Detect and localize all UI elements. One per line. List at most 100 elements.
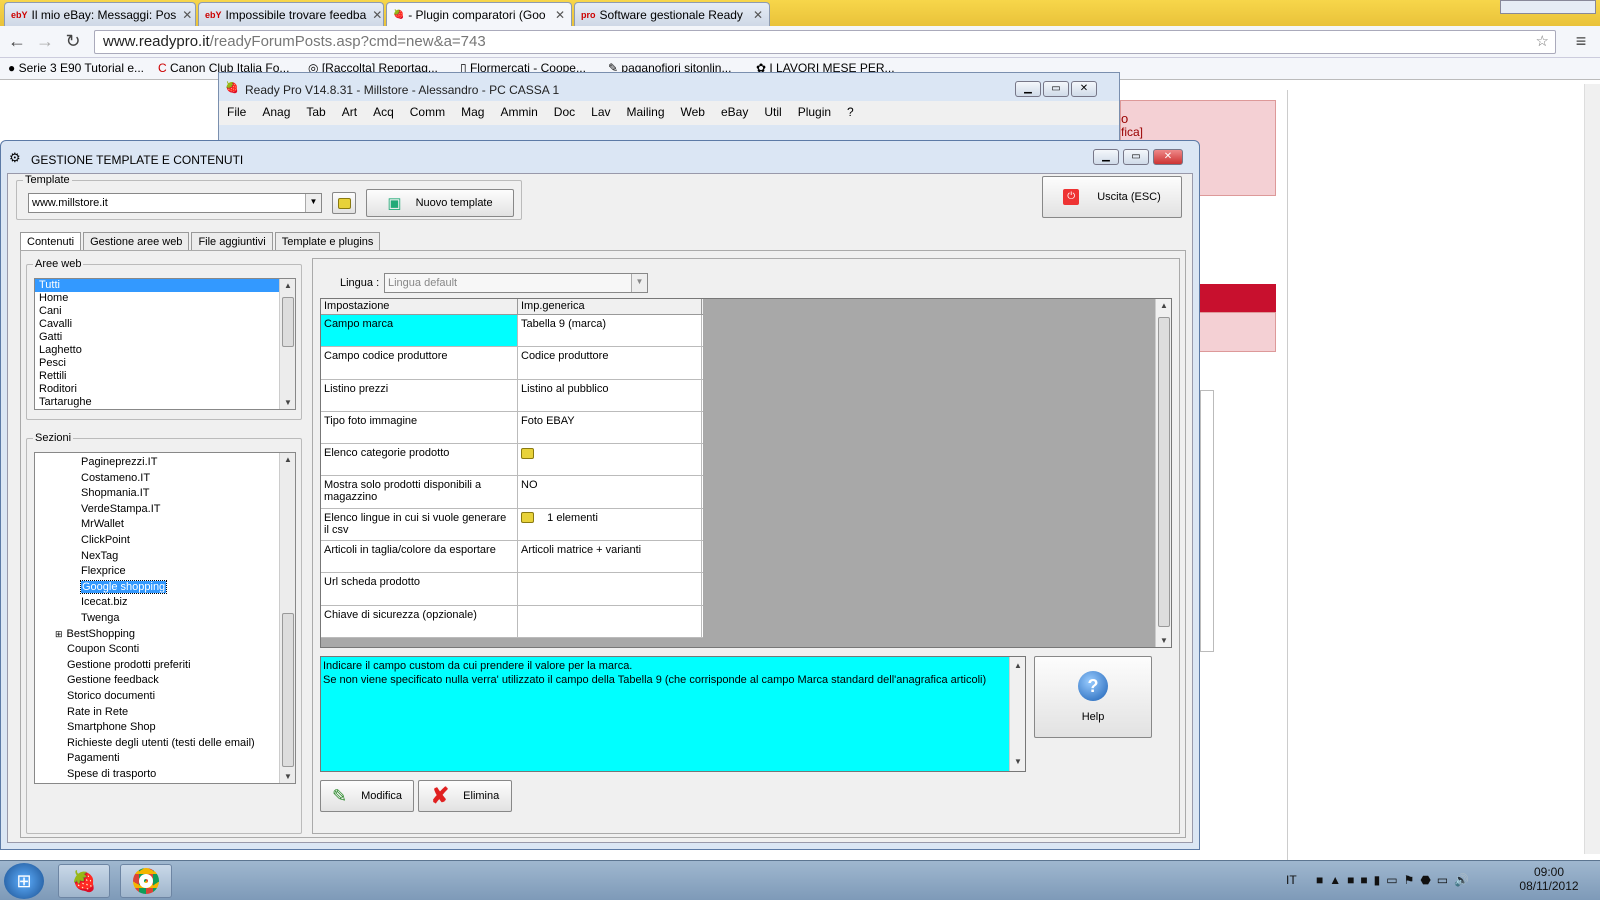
list-item[interactable]: Gatti xyxy=(35,331,295,344)
table-row[interactable]: Articoli in taglia/colore da esportare Ar… xyxy=(321,541,703,574)
list-item[interactable]: Rettili xyxy=(35,370,295,383)
window-controls[interactable] xyxy=(1500,0,1596,14)
list-item[interactable]: Cani xyxy=(35,305,295,318)
table-row[interactable]: Campo marca Tabella 9 (marca) xyxy=(321,315,703,348)
sezioni-scrollbar[interactable]: ▲ ▼ xyxy=(279,453,295,783)
description-scrollbar[interactable]: ▲ ▼ xyxy=(1009,657,1025,771)
menu-acq[interactable]: Acq xyxy=(365,101,402,125)
menu-lav[interactable]: Lav xyxy=(583,101,618,125)
tree-item[interactable]: Spese di trasporto xyxy=(35,767,295,783)
bookmark-item[interactable]: ● Serie 3 E90 Tutorial e... xyxy=(8,61,144,75)
maximize-button[interactable]: ▭ xyxy=(1043,81,1069,97)
address-bar[interactable]: www.readypro.it/readyForumPosts.asp?cmd=… xyxy=(94,30,1556,54)
close-icon[interactable]: ✕ xyxy=(549,8,565,22)
language-indicator[interactable]: IT xyxy=(1286,873,1297,887)
modifica-button[interactable]: ✎ Modifica xyxy=(320,780,414,812)
list-item[interactable]: Tutti xyxy=(35,279,295,292)
tree-item[interactable]: VerdeStampa.IT xyxy=(35,502,295,518)
tab-contenuti[interactable]: Contenuti xyxy=(20,232,82,252)
browser-tab-software-gestionale[interactable]: pro Software gestionale Ready ✕ xyxy=(574,2,770,26)
exit-button[interactable]: ⏻ Uscita (ESC) xyxy=(1042,176,1182,218)
tab-gestione-aree-web[interactable]: Gestione aree web xyxy=(83,232,190,252)
menu-util[interactable]: Util xyxy=(756,101,789,125)
tree-item[interactable]: Rate in Rete xyxy=(35,705,295,721)
close-icon[interactable]: ✕ xyxy=(176,8,192,22)
template-select[interactable]: www.millstore.it ▼ xyxy=(28,193,322,213)
browser-tab-ebay-feedback[interactable]: ebY Impossibile trovare feedba ✕ xyxy=(198,2,384,26)
table-row[interactable]: Elenco lingue in cui si vuole generare i… xyxy=(321,508,703,542)
menu-web[interactable]: Web xyxy=(673,101,713,125)
tab-template-plugins[interactable]: Template e plugins xyxy=(274,232,381,252)
minimize-button[interactable]: ▁ xyxy=(1015,81,1041,97)
menu-comm[interactable]: Comm xyxy=(402,101,453,125)
menu-ammin[interactable]: Ammin xyxy=(492,101,545,125)
aree-scrollbar[interactable]: ▲ ▼ xyxy=(279,279,295,409)
browser-tab-plugin-comparatori[interactable]: 🍓 - Plugin comparatori (Goo ✕ xyxy=(386,2,572,26)
description-box[interactable]: Indicare il campo custom da cui prendere… xyxy=(320,656,1026,772)
tree-item[interactable]: Richieste degli utenti (testi delle emai… xyxy=(35,736,295,752)
folder-icon[interactable] xyxy=(521,512,534,524)
taskbar-chrome[interactable] xyxy=(120,864,172,898)
new-template-button[interactable]: ▣ Nuovo template xyxy=(366,189,514,217)
menu-file[interactable]: File xyxy=(219,101,254,125)
tree-item[interactable]: Smartphone Shop xyxy=(35,720,295,736)
close-button[interactable]: ✕ xyxy=(1071,81,1097,97)
list-item[interactable]: Cavalli xyxy=(35,318,295,331)
aree-web-list[interactable]: Tutti Home Cani Cavalli Gatti Laghetto P… xyxy=(34,278,296,410)
start-button[interactable]: ⊞ xyxy=(4,863,44,899)
table-row[interactable]: Tipo foto immagine Foto EBAY xyxy=(321,411,703,445)
list-item[interactable]: Roditori xyxy=(35,383,295,396)
menu-mag[interactable]: Mag xyxy=(453,101,492,125)
elimina-button[interactable]: ✘ Elimina xyxy=(418,780,512,812)
tree-item[interactable]: Shopmania.IT xyxy=(35,486,295,502)
tree-item[interactable]: Pagamenti xyxy=(35,751,295,767)
tree-item[interactable]: Pagineprezzi.IT xyxy=(35,455,295,471)
tree-item[interactable]: Gestione feedback xyxy=(35,673,295,689)
menu-anag[interactable]: Anag xyxy=(254,101,298,125)
list-item[interactable]: Home xyxy=(35,292,295,305)
tree-item-selected[interactable]: Google shopping xyxy=(35,579,295,596)
tree-item[interactable]: MrWallet xyxy=(35,517,295,533)
sezioni-tree[interactable]: Pagineprezzi.IT Costameno.IT Shopmania.I… xyxy=(34,452,296,784)
tree-item[interactable]: Icecat.biz xyxy=(35,595,295,611)
tree-item[interactable]: Costameno.IT xyxy=(35,471,295,487)
page-textarea[interactable] xyxy=(1200,390,1214,652)
close-icon[interactable]: ✕ xyxy=(366,8,382,22)
folder-icon[interactable] xyxy=(521,447,534,459)
menu-icon[interactable]: ≡ xyxy=(1570,31,1592,52)
menu-ebay[interactable]: eBay xyxy=(713,101,756,125)
browser-tab-ebay-messages[interactable]: ebY Il mio eBay: Messaggi: Pos ✕ xyxy=(4,2,196,26)
clock[interactable]: 09:00 08/11/2012 xyxy=(1518,865,1580,893)
menu-mailing[interactable]: Mailing xyxy=(619,101,673,125)
back-icon[interactable]: ← xyxy=(6,31,28,52)
lingua-select[interactable]: Lingua default ▼ xyxy=(384,273,648,293)
minimize-button[interactable]: ▁ xyxy=(1093,149,1119,165)
menu-tab[interactable]: Tab xyxy=(298,101,333,125)
list-item[interactable]: Tartarughe xyxy=(35,396,295,409)
table-row[interactable]: Mostra solo prodotti disponibili a magaz… xyxy=(321,476,703,509)
table-row[interactable]: Campo codice produttore Codice produttore xyxy=(321,347,703,380)
expand-icon[interactable]: ⊞ xyxy=(55,629,63,639)
menu-plugin[interactable]: Plugin xyxy=(790,101,839,125)
taskbar-readypro[interactable]: 🍓 xyxy=(58,864,110,898)
menu-doc[interactable]: Doc xyxy=(546,101,583,125)
grid-scrollbar[interactable]: ▲ ▼ xyxy=(1155,299,1171,647)
menu-art[interactable]: Art xyxy=(334,101,365,125)
tree-item[interactable]: Flexprice xyxy=(35,564,295,580)
menu-help[interactable]: ? xyxy=(839,101,862,125)
tree-item[interactable]: ClickPoint xyxy=(35,533,295,549)
page-scrollbar[interactable] xyxy=(1584,84,1600,854)
help-button[interactable]: ? Help xyxy=(1034,656,1152,738)
table-row[interactable]: Url scheda prodotto xyxy=(321,573,703,606)
table-row[interactable]: Elenco categorie prodotto xyxy=(321,444,703,477)
table-row[interactable]: Chiave di sicurezza (opzionale) xyxy=(321,605,703,638)
table-row[interactable]: Listino prezzi Listino al pubblico xyxy=(321,379,703,412)
tree-item[interactable]: Gestione prodotti preferiti xyxy=(35,658,295,674)
close-button[interactable]: ✕ xyxy=(1153,149,1183,165)
close-icon[interactable]: ✕ xyxy=(747,8,763,22)
list-item[interactable]: Laghetto xyxy=(35,344,295,357)
chevron-down-icon[interactable]: ▼ xyxy=(631,274,647,292)
tree-item[interactable]: ⊞ BestShopping xyxy=(35,627,295,643)
tree-item[interactable]: NexTag xyxy=(35,549,295,565)
reload-icon[interactable]: ↻ xyxy=(62,31,84,52)
